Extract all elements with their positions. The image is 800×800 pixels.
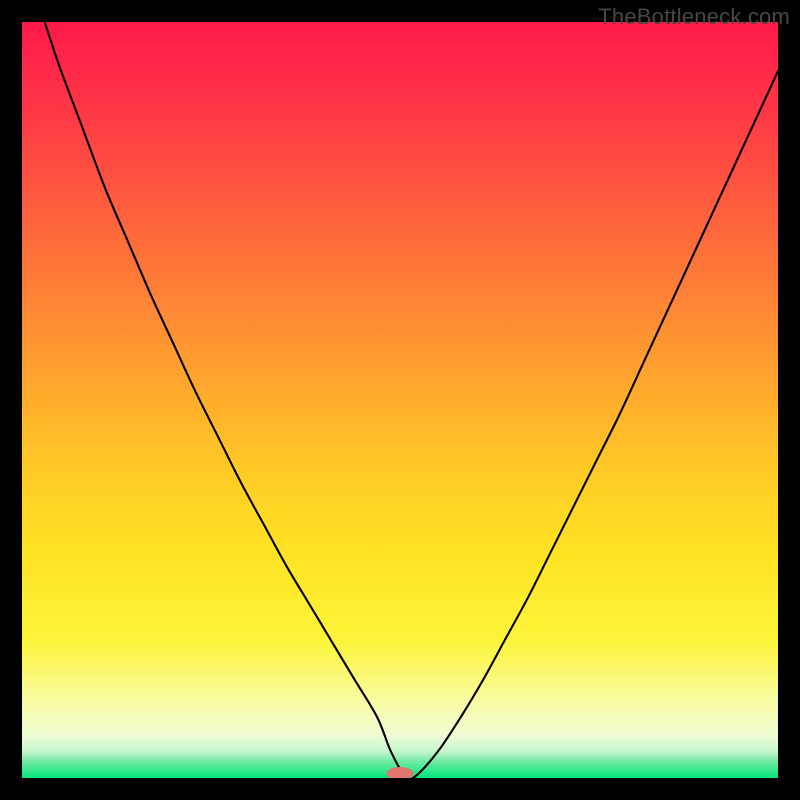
plot-area — [22, 22, 778, 778]
chart-frame: TheBottleneck.com — [0, 0, 800, 800]
watermark-label: TheBottleneck.com — [598, 4, 790, 30]
gradient-backdrop — [22, 22, 778, 778]
bottleneck-chart-svg — [22, 22, 778, 778]
